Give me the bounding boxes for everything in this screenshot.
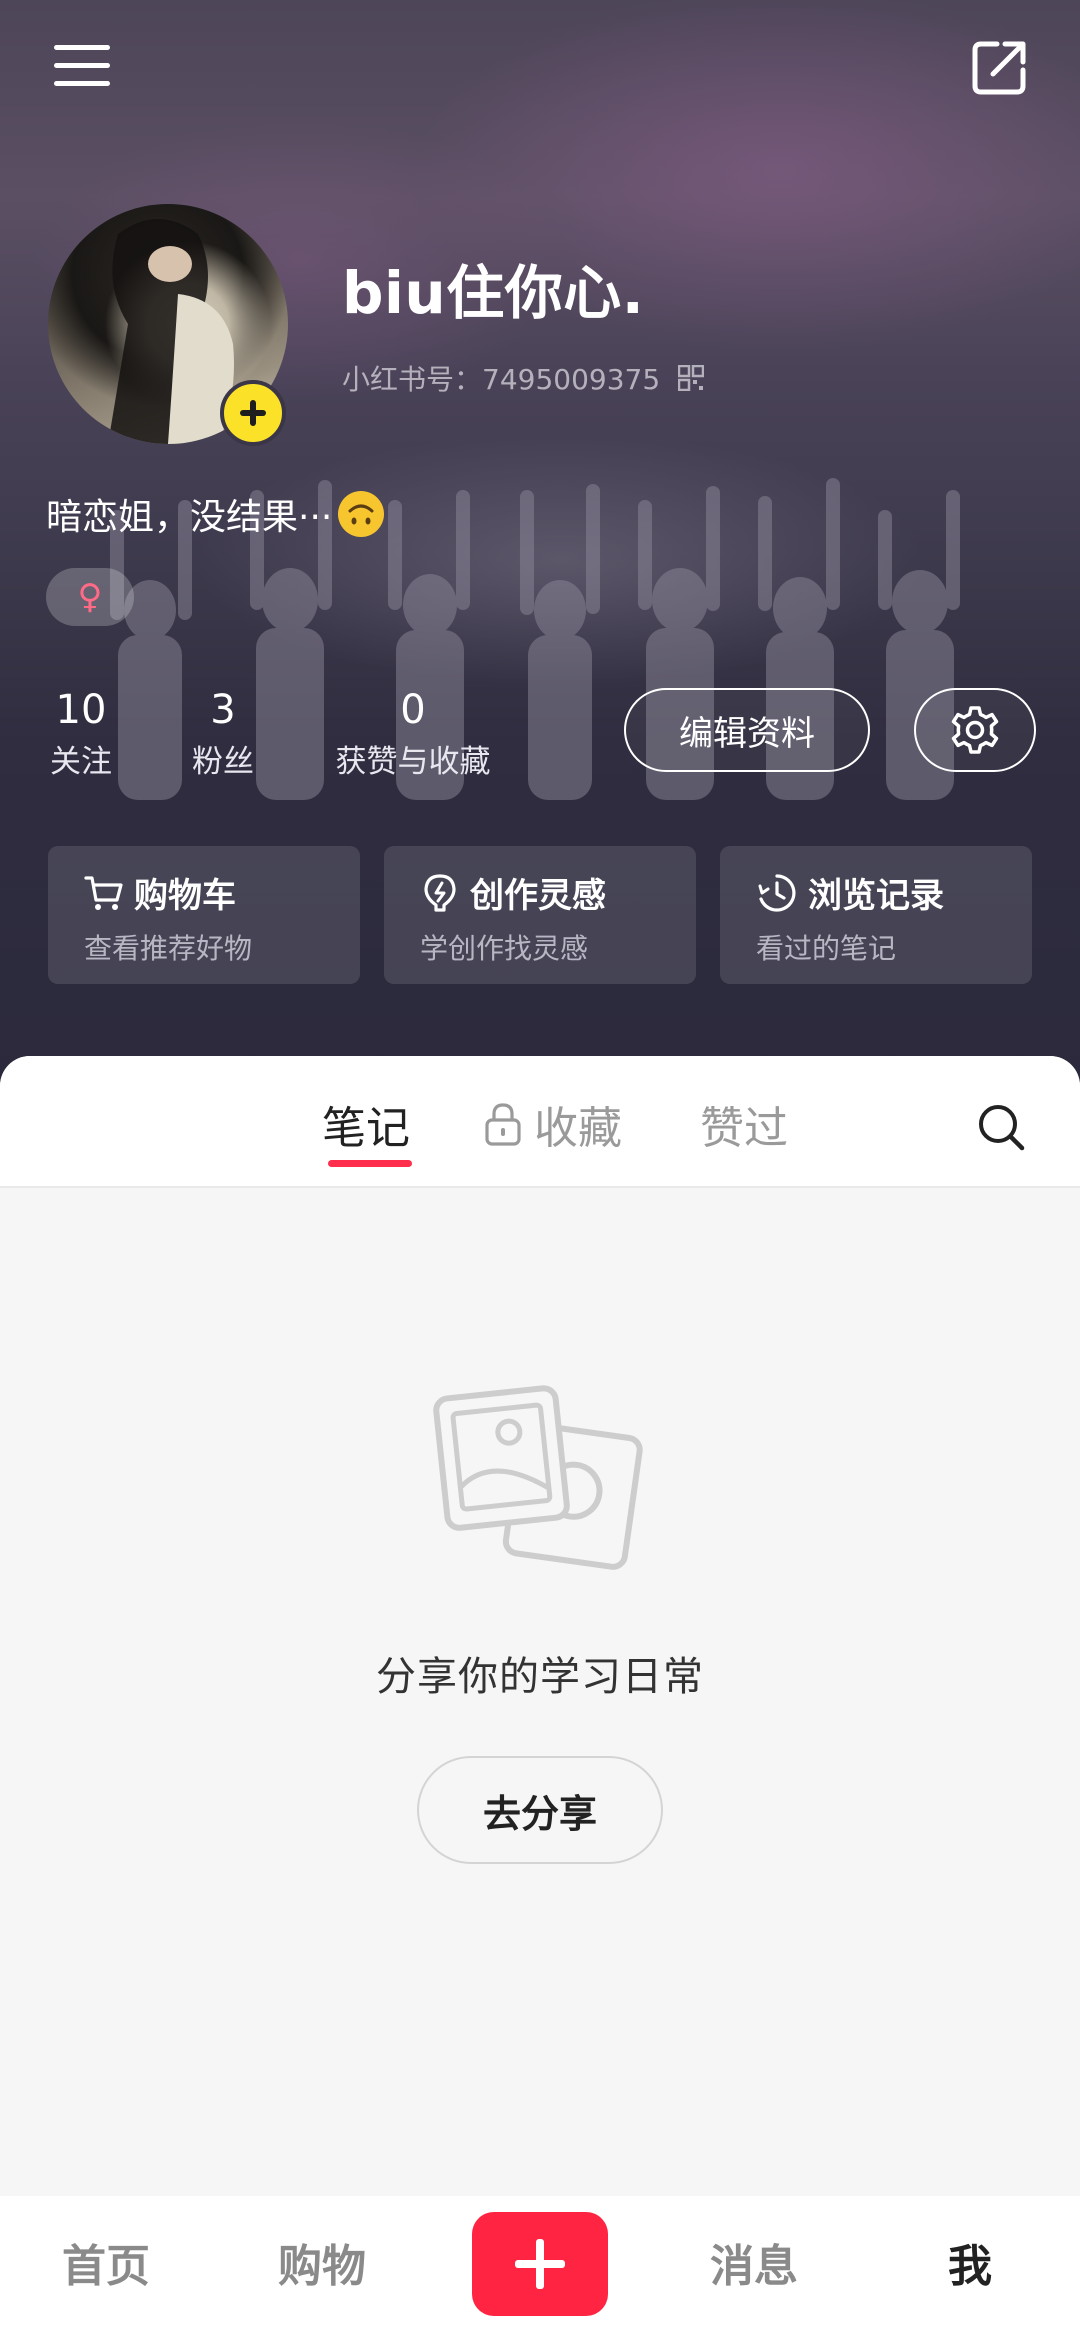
stat-following[interactable]: 10 关注 [46,686,116,784]
stat-value: 10 [55,687,107,733]
empty-state-text: 分享你的学习日常 [376,1654,704,1700]
stat-label: 粉丝 [192,744,254,780]
nav-home[interactable]: 首页 [62,2230,150,2294]
stat-label: 关注 [50,744,112,780]
clock-icon [758,873,796,912]
menu-button[interactable] [40,34,124,98]
gender-tag: ♀ [46,568,134,626]
bio-text: 暗恋姐，没结果··· [46,497,333,538]
card-title: 购物车 [134,876,236,916]
notes-panel: 笔记 收藏 赞过 分享你的学习日常 去分享 [0,1056,1080,2329]
card-browsing-history[interactable]: 浏览记录 看过的笔记 [720,846,1032,984]
external-share-icon [972,41,1026,95]
settings-button[interactable] [914,688,1036,772]
empty-photos-icon [433,1385,643,1570]
card-title: 浏览记录 [808,876,944,916]
tab-notes[interactable]: 笔记 [322,1092,410,1156]
plus-icon [515,2239,565,2289]
menu-icon [54,45,110,86]
tab-liked[interactable]: 赞过 [700,1092,788,1156]
stat-likes-and-collects[interactable]: 0 获赞与收藏 [330,686,496,784]
cart-icon [84,875,123,910]
stat-value: 0 [400,687,426,733]
tab-label: 收藏 [534,1103,622,1154]
lightbulb-icon [424,873,456,912]
card-shopping-cart[interactable]: 购物车 查看推荐好物 [48,846,360,984]
share-button[interactable] [960,30,1040,104]
edit-profile-button[interactable]: 编辑资料 [624,688,870,772]
active-tab-indicator [328,1160,412,1167]
tab-collections[interactable]: 收藏 [484,1092,622,1156]
content-tabs: 笔记 收藏 赞过 [0,1056,1080,1188]
publish-button[interactable] [472,2212,608,2316]
user-id[interactable]: 小红书号：7495009375 [342,358,705,398]
stat-label: 获赞与收藏 [335,744,491,780]
card-subtitle: 看过的笔记 [756,932,897,965]
bio[interactable]: 暗恋姐，没结果··· [46,488,385,540]
plus-icon [240,400,266,426]
profile-header: biu住你心. 小红书号：7495009375 暗恋姐，没结果··· ♀ 10 … [0,0,1080,1090]
gear-icon [951,706,999,754]
nav-shopping[interactable]: 购物 [278,2230,366,2294]
upside-down-face-emoji [338,491,385,537]
card-creative-inspiration[interactable]: 创作灵感 学创作找灵感 [384,846,696,984]
qr-code-icon [678,365,705,391]
nav-me[interactable]: 我 [948,2230,992,2294]
search-button[interactable] [966,1092,1036,1162]
lock-icon [485,1103,521,1146]
bottom-navigation: 首页 购物 消息 我 [0,2196,1080,2329]
tab-label: 笔记 [322,1103,410,1154]
card-subtitle: 学创作找灵感 [420,932,589,965]
tab-label: 赞过 [700,1103,788,1154]
nav-messages[interactable]: 消息 [710,2230,798,2294]
stat-value: 3 [210,687,236,733]
card-title: 创作灵感 [470,876,606,916]
go-share-button[interactable]: 去分享 [417,1756,663,1864]
card-subtitle: 查看推荐好物 [84,932,253,965]
add-avatar-button[interactable] [220,380,286,446]
username: biu住你心. [342,259,645,327]
search-icon [979,1105,1025,1151]
stat-followers[interactable]: 3 粉丝 [188,686,258,784]
female-icon: ♀ [77,577,103,617]
user-id-label: 小红书号：7495009375 [342,363,661,396]
